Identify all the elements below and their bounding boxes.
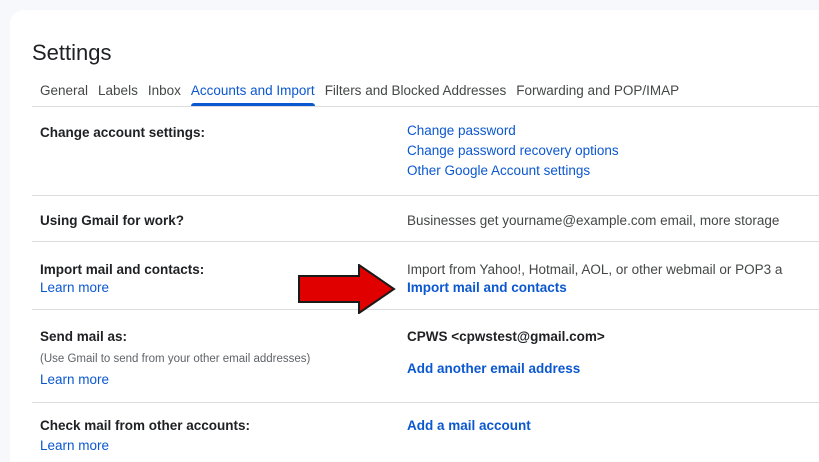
gmail-for-work-label: Using Gmail for work? <box>40 213 185 228</box>
import-mail-and-contacts-link[interactable]: Import mail and contacts <box>407 279 782 297</box>
change-password-link[interactable]: Change password <box>407 121 619 141</box>
settings-panel: Settings General Labels Inbox Accounts a… <box>10 10 819 462</box>
import-description-text: Import from Yahoo!, Hotmail, AOL, or oth… <box>407 262 783 277</box>
change-recovery-options-link[interactable]: Change password recovery options <box>407 141 619 161</box>
tab-filters-and-blocked-addresses[interactable]: Filters and Blocked Addresses <box>320 82 512 106</box>
send-mail-as-row: Send mail as: (Use Gmail to send from yo… <box>32 310 819 403</box>
send-as-address: CPWS <cpwstest@gmail.com> <box>407 329 605 344</box>
send-mail-as-label: Send mail as: <box>40 329 128 344</box>
change-account-label: Change account settings: <box>40 125 206 140</box>
check-mail-learn-more-link[interactable]: Learn more <box>40 437 400 455</box>
add-another-email-link[interactable]: Add another email address <box>407 359 605 379</box>
change-account-row: Change account settings: Change password… <box>32 107 819 196</box>
tab-forwarding-and-pop-imap[interactable]: Forwarding and POP/IMAP <box>511 82 684 106</box>
gmail-for-work-row: Using Gmail for work? Businesses get you… <box>32 196 819 242</box>
check-mail-label: Check mail from other accounts: <box>40 418 251 433</box>
gmail-for-work-text: Businesses get yourname@example.com emai… <box>407 213 780 228</box>
import-mail-row: Import mail and contacts: Learn more Imp… <box>32 242 819 310</box>
tab-inbox[interactable]: Inbox <box>143 82 186 106</box>
check-mail-row: Check mail from other accounts: Learn mo… <box>32 403 819 462</box>
tab-general[interactable]: General <box>32 82 93 106</box>
add-mail-account-link[interactable]: Add a mail account <box>407 417 531 435</box>
tab-labels[interactable]: Labels <box>93 82 143 106</box>
other-google-account-settings-link[interactable]: Other Google Account settings <box>407 161 619 181</box>
tab-accounts-and-import[interactable]: Accounts and Import <box>186 82 320 106</box>
send-as-learn-more-link[interactable]: Learn more <box>40 371 400 389</box>
page-title: Settings <box>32 40 112 65</box>
send-mail-as-description: (Use Gmail to send from your other email… <box>40 353 311 365</box>
annotation-arrow-icon <box>298 264 396 314</box>
